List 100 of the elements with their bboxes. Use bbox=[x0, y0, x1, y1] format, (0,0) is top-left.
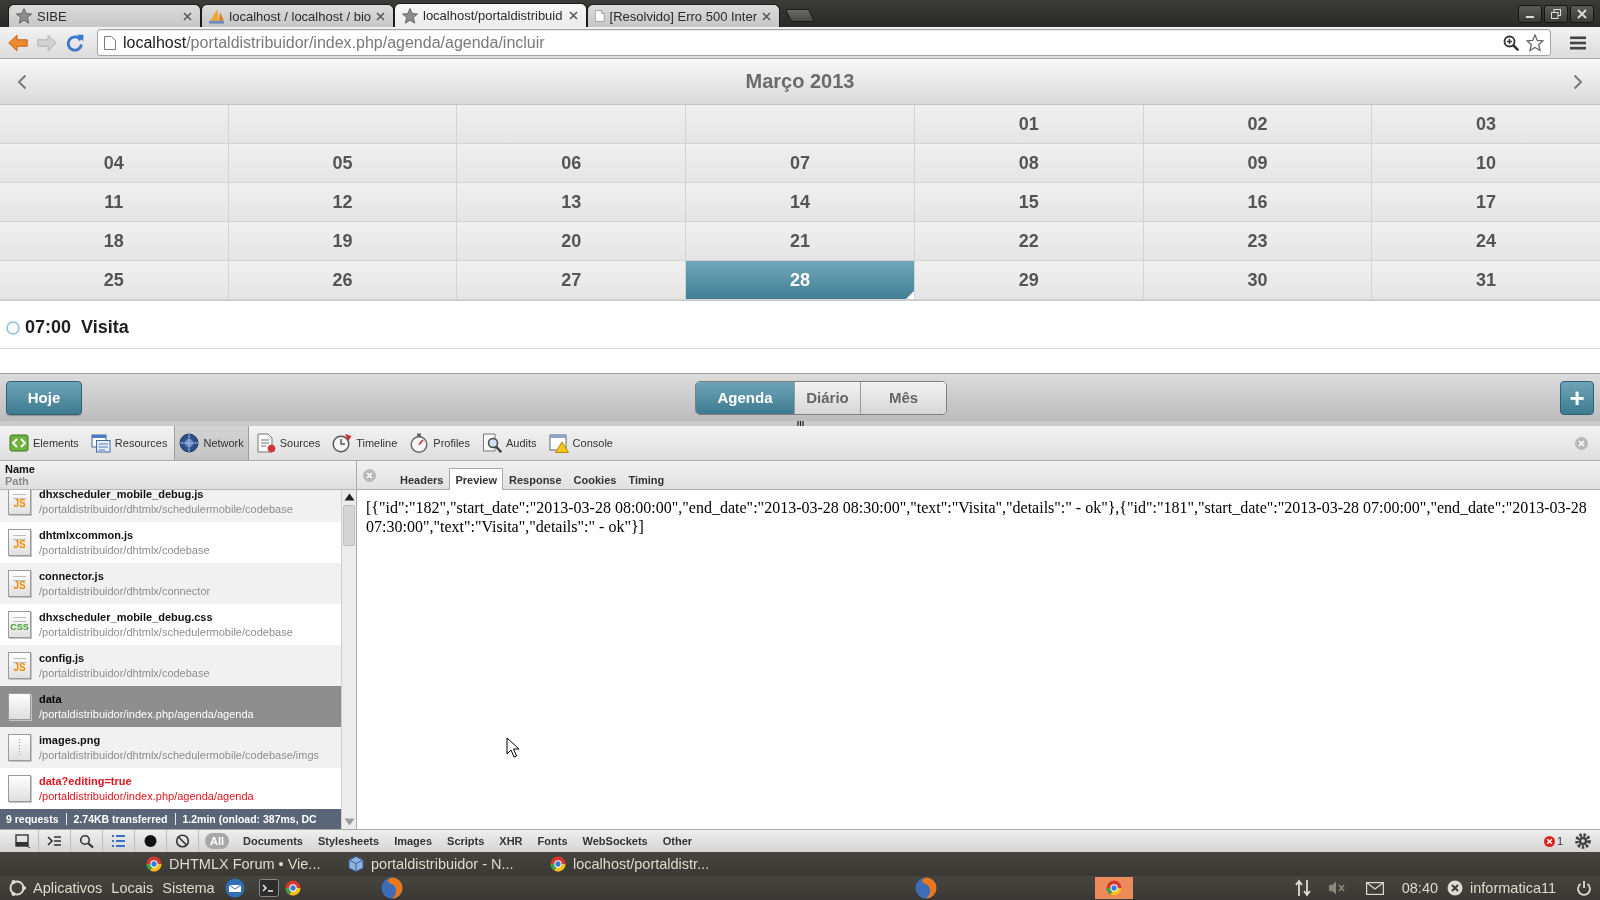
day-cell[interactable]: 15 bbox=[914, 183, 1143, 221]
day-cell[interactable]: 31 bbox=[1372, 261, 1600, 299]
close-icon[interactable] bbox=[569, 11, 578, 20]
day-cell[interactable]: 25 bbox=[0, 261, 228, 299]
event-title[interactable]: Visita bbox=[81, 317, 129, 338]
day-cell[interactable]: 07 bbox=[686, 144, 914, 182]
day-cell[interactable]: 06 bbox=[457, 144, 686, 182]
panel-tab[interactable]: Sources bbox=[250, 426, 326, 460]
day-cell[interactable]: 04 bbox=[0, 144, 228, 182]
minimize-button[interactable] bbox=[1518, 4, 1542, 23]
day-cell[interactable]: 19 bbox=[228, 222, 457, 260]
filter-tab[interactable]: Other bbox=[655, 833, 700, 849]
panel-tab[interactable]: Console bbox=[543, 426, 618, 460]
day-cell[interactable]: 24 bbox=[1372, 222, 1600, 260]
view-tab[interactable]: Mês bbox=[860, 381, 946, 414]
filter-tab[interactable]: WebSockets bbox=[575, 833, 655, 849]
event-time[interactable]: 07:00 bbox=[25, 317, 72, 338]
day-cell[interactable]: 01 bbox=[914, 105, 1143, 143]
day-cell[interactable]: 21 bbox=[686, 222, 914, 260]
request-row[interactable]: data /portaldistribuidor/index.php/agenda/agenda bbox=[0, 686, 341, 727]
close-button[interactable] bbox=[1570, 4, 1594, 23]
scrollbar-thumb[interactable] bbox=[343, 505, 355, 546]
dock-icon[interactable] bbox=[15, 834, 30, 848]
day-cell[interactable]: 18 bbox=[0, 222, 228, 260]
window-button[interactable]: localhost/portaldistr... bbox=[544, 853, 746, 875]
request-row[interactable]: JS config.js /portaldistribuidor/dhtmlx/codebase bbox=[0, 645, 341, 686]
panel-tab[interactable]: Resources bbox=[85, 426, 173, 460]
panel-tab[interactable]: Network bbox=[174, 426, 249, 460]
day-cell[interactable]: 20 bbox=[457, 222, 686, 260]
search-icon[interactable] bbox=[79, 834, 94, 848]
browser-icon[interactable] bbox=[1094, 877, 1133, 899]
menu-icon[interactable] bbox=[1570, 35, 1586, 50]
day-cell[interactable]: 14 bbox=[686, 183, 914, 221]
panel-tab[interactable]: Timeline bbox=[327, 426, 403, 460]
close-icon[interactable] bbox=[183, 11, 192, 21]
view-tab[interactable]: Diário bbox=[794, 381, 860, 414]
day-cell[interactable]: 27 bbox=[457, 261, 686, 299]
day-cell[interactable]: 08 bbox=[914, 144, 1143, 182]
filter-tab[interactable]: Stylesheets bbox=[310, 833, 387, 849]
day-cell[interactable]: 17 bbox=[1372, 183, 1600, 221]
swirl-circle-icon[interactable] bbox=[380, 877, 403, 899]
day-cell[interactable]: 12 bbox=[228, 183, 457, 221]
filter-tab[interactable]: XHR bbox=[492, 833, 530, 849]
browser-icon[interactable] bbox=[284, 880, 301, 896]
add-button[interactable]: + bbox=[1560, 380, 1594, 415]
day-cell[interactable]: 09 bbox=[1143, 144, 1372, 182]
list-icon[interactable] bbox=[111, 834, 126, 848]
browser-tab[interactable]: SIBE bbox=[8, 4, 201, 27]
name-column-header[interactable]: Name bbox=[5, 463, 351, 475]
browser-tab[interactable]: localhost/portaldistribuid bbox=[394, 3, 587, 27]
close-icon[interactable] bbox=[762, 11, 771, 21]
filter-tab[interactable]: Scripts bbox=[440, 833, 492, 849]
panel-menu[interactable]: Aplicativos bbox=[33, 880, 103, 896]
window-button[interactable]: portaldistribuidor - N... bbox=[342, 853, 544, 875]
panel-menu[interactable]: Sistema bbox=[162, 880, 215, 896]
view-tab[interactable]: Agenda bbox=[696, 381, 794, 414]
day-cell[interactable]: 22 bbox=[914, 222, 1143, 260]
chevron-right-icon[interactable] bbox=[1573, 73, 1583, 90]
day-cell[interactable]: 03 bbox=[1372, 105, 1600, 143]
day-cell[interactable]: 30 bbox=[1143, 261, 1372, 299]
error-count[interactable]: 1 bbox=[1556, 835, 1563, 847]
panel-tab[interactable]: Elements bbox=[4, 426, 84, 460]
panel-menu[interactable]: Locais bbox=[111, 880, 154, 896]
request-row[interactable]: JS dhxscheduler_mobile_debug.js /portaldistribuidor/dhtmlx/schedulermobile/codebase bbox=[0, 490, 341, 522]
detail-tab[interactable]: Preview bbox=[449, 468, 503, 490]
record-icon[interactable] bbox=[143, 834, 158, 848]
circle-logo-icon[interactable] bbox=[8, 879, 26, 897]
day-cell[interactable]: 02 bbox=[1143, 105, 1372, 143]
back-icon[interactable] bbox=[8, 33, 28, 52]
close-icon[interactable] bbox=[376, 11, 385, 21]
envelope-circle-icon[interactable] bbox=[224, 878, 245, 898]
detail-tab[interactable]: Cookies bbox=[567, 469, 623, 490]
filter-tab[interactable]: Documents bbox=[236, 833, 310, 849]
filter-tab[interactable]: Fonts bbox=[530, 833, 575, 849]
console-icon[interactable] bbox=[47, 834, 62, 848]
arrow-up-icon[interactable] bbox=[343, 493, 355, 501]
envelope-icon[interactable] bbox=[1365, 881, 1384, 895]
request-row[interactable]: JS connector.js /portaldistribuidor/dhtmlx/connector bbox=[0, 563, 341, 604]
swirl-circle-icon[interactable] bbox=[914, 877, 937, 899]
filter-tab[interactable]: Images bbox=[387, 833, 440, 849]
browser-tab[interactable]: [Resolvido] Erro 500 Inter bbox=[587, 4, 780, 27]
muted-speaker-icon[interactable] bbox=[1327, 880, 1346, 896]
day-cell[interactable]: 11 bbox=[0, 183, 228, 221]
reload-icon[interactable] bbox=[66, 33, 84, 52]
day-cell[interactable]: 05 bbox=[228, 144, 457, 182]
detail-tab[interactable]: Response bbox=[503, 469, 568, 490]
day-cell[interactable]: 10 bbox=[1372, 144, 1600, 182]
restore-button[interactable] bbox=[1544, 4, 1568, 23]
user-name[interactable]: informatica11 bbox=[1470, 880, 1556, 896]
day-cell[interactable]: 13 bbox=[457, 183, 686, 221]
today-button[interactable]: Hoje bbox=[6, 380, 82, 415]
chevron-left-icon[interactable] bbox=[17, 73, 27, 90]
panel-tab[interactable]: Profiles bbox=[404, 426, 475, 460]
browser-tab[interactable]: localhost / localhost / bio bbox=[201, 4, 394, 27]
scrollbar[interactable] bbox=[341, 490, 356, 829]
terminal-icon[interactable] bbox=[258, 879, 279, 897]
request-row[interactable]: images.png /portaldistribuidor/dhtmlx/schedulermobile/codebase/imgs bbox=[0, 727, 341, 768]
clock-text[interactable]: 08:40 bbox=[1401, 880, 1439, 896]
day-cell[interactable]: 26 bbox=[228, 261, 457, 299]
address-bar[interactable]: localhost/portaldistribuidor/index.php/agenda/agenda/incluir bbox=[97, 29, 1551, 56]
